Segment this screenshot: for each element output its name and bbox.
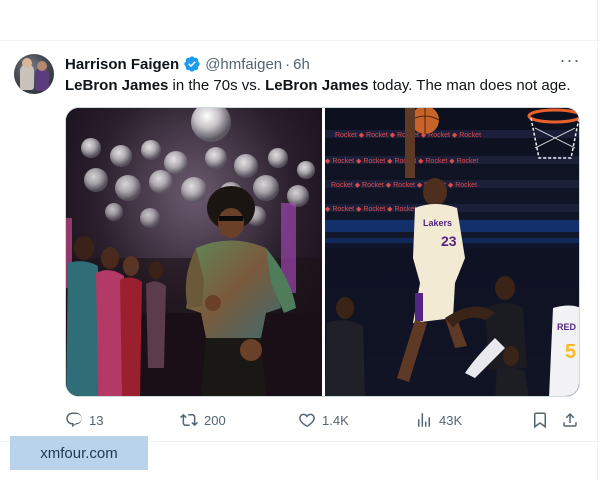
timestamp[interactable]: 6h <box>293 56 310 73</box>
bookmark-icon <box>534 412 546 429</box>
svg-text:23: 23 <box>441 233 457 249</box>
author-name[interactable]: Harrison Faigen <box>65 56 179 73</box>
reply-icon <box>66 412 82 428</box>
share-icon <box>563 412 577 427</box>
svg-text:Lakers: Lakers <box>423 218 452 228</box>
basketball-dunk-photo[interactable]: Rocket ◆ Rocket ◆ Rocket ◆ Rocket ◆ Rock… <box>325 108 580 397</box>
tweet-actions: 13 200 1.4K 43K <box>65 408 583 432</box>
svg-text:5: 5 <box>565 341 576 363</box>
bookmark-button[interactable] <box>531 408 549 432</box>
tweet-text-plain: in the 70s vs. <box>168 77 266 94</box>
tweet-header: Harrison Faigen @hmfaigen · 6h <box>65 54 310 74</box>
tweet-text-bold: LeBron James <box>265 77 369 94</box>
timeline-border <box>597 0 598 480</box>
separator-dot: · <box>285 55 291 73</box>
repost-button[interactable]: 200 <box>180 408 226 432</box>
svg-text:RED: RED <box>557 322 577 332</box>
disco-party-photo[interactable] <box>66 108 322 397</box>
share-button[interactable] <box>561 408 579 432</box>
repost-icon <box>180 413 198 427</box>
like-button[interactable]: 1.4K <box>298 408 349 432</box>
svg-text:Rocket ◆ Rocket ◆ Rocket ◆ Roc: Rocket ◆ Rocket ◆ Rocket ◆ Rocket ◆ Rock… <box>331 182 477 189</box>
tweet-media: Rocket ◆ Rocket ◆ Rocket ◆ Rocket ◆ Rock… <box>65 107 580 397</box>
reply-button[interactable]: 13 <box>65 408 103 432</box>
watermark-label: xmfour.com <box>10 436 148 470</box>
views-count: 43K <box>439 412 463 428</box>
avatar-head <box>22 58 32 68</box>
reply-count: 13 <box>89 412 104 428</box>
views-button[interactable]: 43K <box>415 408 462 432</box>
like-count: 1.4K <box>322 412 349 428</box>
repost-count: 200 <box>204 412 226 428</box>
tweet-text: LeBron James in the 70s vs. LeBron James… <box>65 76 571 96</box>
author-handle[interactable]: @hmfaigen <box>205 56 282 73</box>
avatar-head <box>37 61 47 71</box>
svg-text:◆ Rocket ◆ Rocket ◆ Rocket ◆ R: ◆ Rocket ◆ Rocket ◆ Rocket ◆ Rocket ◆ Ro… <box>325 158 478 165</box>
heart-icon <box>299 413 315 428</box>
views-icon <box>418 413 430 427</box>
verified-badge-icon[interactable] <box>183 55 201 73</box>
more-options-icon[interactable]: ··· <box>558 51 582 72</box>
author-avatar[interactable] <box>14 54 54 94</box>
tweet-text-bold: LeBron James <box>65 77 169 94</box>
tweet-text-plain: today. The man does not age. <box>368 77 571 94</box>
